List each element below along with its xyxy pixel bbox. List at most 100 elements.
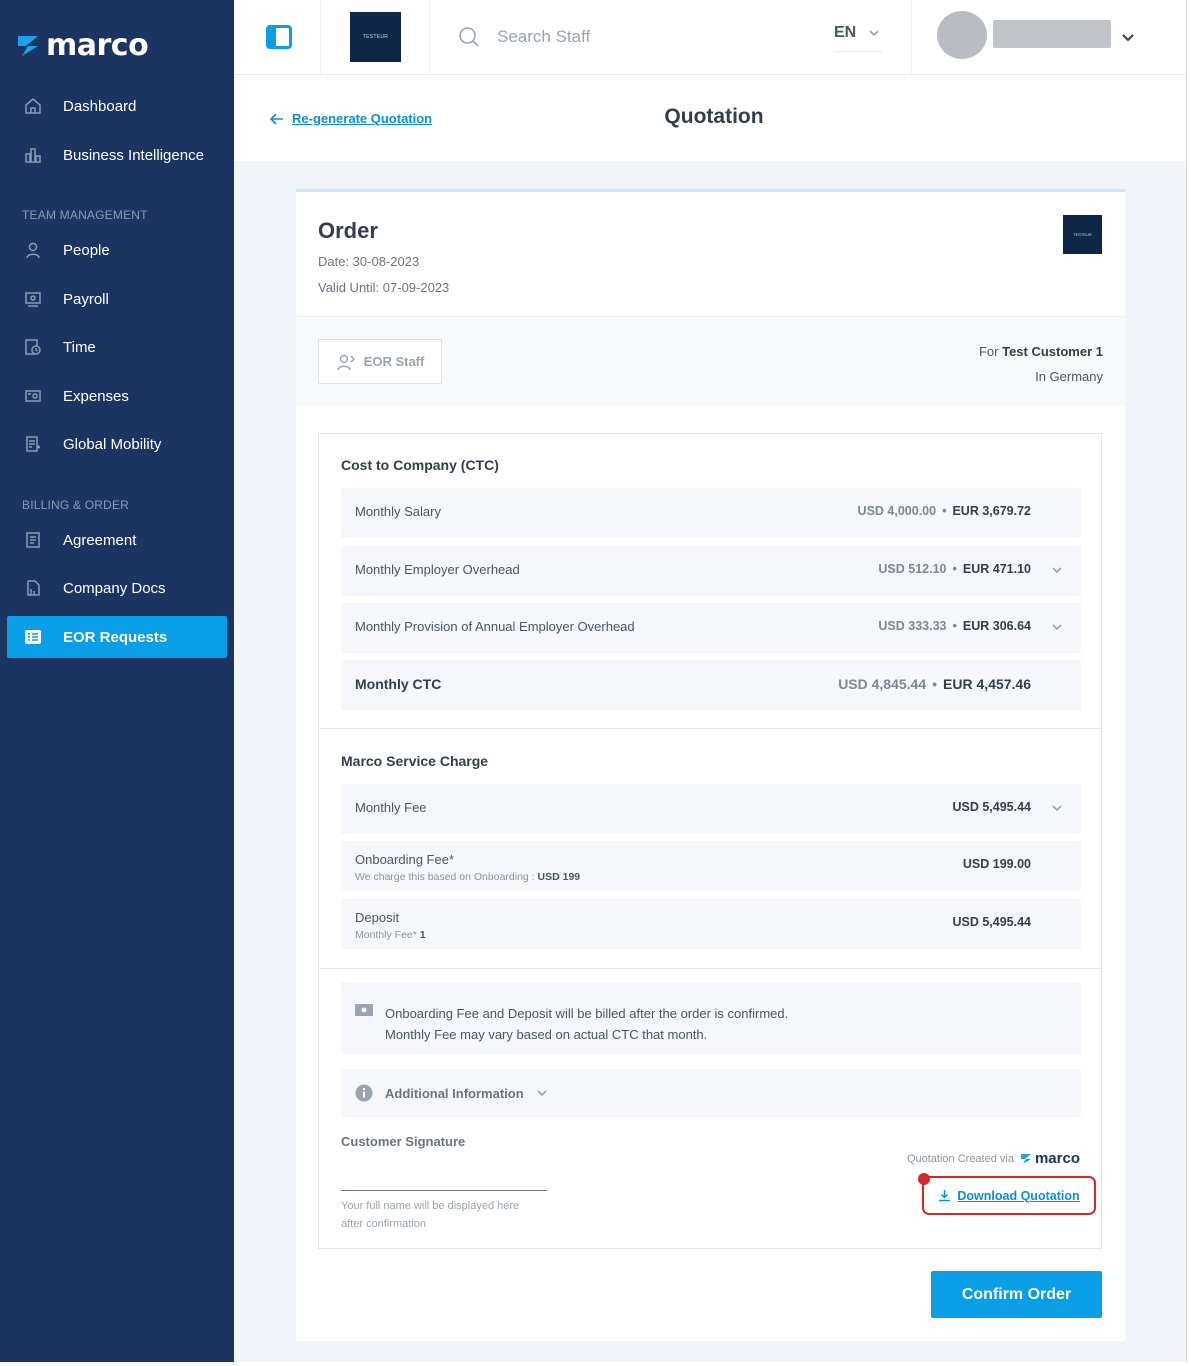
sidebar-item-label: People [63, 241, 110, 259]
regenerate-quotation-label: Re-generate Quotation [292, 111, 433, 126]
marco-logo-icon [18, 35, 38, 56]
row-label: Deposit [355, 910, 400, 925]
confirm-order-button[interactable]: Confirm Order [931, 1271, 1102, 1318]
sidebar-item-people[interactable]: People [7, 229, 227, 271]
company-logo[interactable]: TESTEUR [350, 12, 401, 62]
marco-small-logo-text: marco [1034, 1150, 1080, 1167]
eor-staff-label: EOR Staff [363, 354, 425, 369]
billing-note-line1: Onboarding Fee and Deposit will be bille… [385, 1006, 789, 1021]
eor-requests-icon [23, 627, 43, 647]
eur-value: EUR 3,679.72 [952, 504, 1031, 518]
user-menu-chevron-icon[interactable] [1121, 30, 1135, 48]
sidebar-item-time[interactable]: Time [7, 326, 227, 368]
sidebar-item-eor-requests[interactable]: EOR Requests [7, 616, 227, 658]
additional-information-toggle[interactable]: Additional Information [341, 1069, 1081, 1117]
for-prefix: For [978, 344, 999, 359]
marco-logo[interactable]: marco [16, 28, 149, 63]
marco-logo-icon [1020, 1153, 1031, 1164]
customer-band: EOR Staff For Test Customer 1 In Germany [296, 316, 1125, 406]
row-sublabel: We charge this based on Onboarding : USD… [355, 871, 581, 883]
search-input[interactable]: Search Staff [497, 27, 590, 47]
regenerate-quotation-link[interactable]: Re-generate Quotation [270, 111, 432, 126]
download-icon [939, 1190, 951, 1202]
sidebar-item-business-intelligence[interactable]: Business Intelligence [7, 134, 227, 176]
money-icon [355, 1004, 373, 1016]
service-row-deposit: Deposit Monthly Fee* 1 USD 5,495.44 [341, 899, 1081, 949]
company-logo-text: TESTEUR [362, 34, 389, 40]
row-label: Monthly Salary [355, 504, 441, 519]
chevron-down-icon [869, 30, 879, 37]
download-quotation-link[interactable]: Download Quotation [957, 1189, 1079, 1203]
payroll-icon [23, 289, 43, 309]
sidebar-item-agreement[interactable]: Agreement [7, 519, 227, 561]
billing-order-heading: BILLING & ORDER [22, 498, 130, 512]
sidebar-item-expenses[interactable]: Expenses [7, 375, 227, 417]
usd-value: USD 4,000.00 [857, 504, 937, 518]
bar-chart-icon [23, 145, 43, 165]
window-edge-bottom [0, 1362, 1191, 1366]
language-label: EN [834, 24, 857, 41]
agreement-icon [23, 530, 43, 550]
chevron-down-icon[interactable] [1051, 564, 1063, 576]
avatar[interactable] [937, 11, 987, 59]
sidebar-item-global-mobility[interactable]: Global Mobility [7, 423, 227, 465]
sidebar-item-label: Global Mobility [63, 435, 162, 453]
row-label: Monthly Provision of Annual Employer Ove… [355, 619, 635, 634]
global-mobility-icon [23, 434, 43, 454]
eor-staff-chip: EOR Staff [318, 339, 442, 384]
billing-note-line2: Monthly Fee may vary based on actual CTC… [385, 1027, 708, 1042]
sidebar-item-label: Payroll [63, 290, 109, 308]
sidebar-item-label: Business Intelligence [63, 146, 204, 164]
sidebar-item-dashboard[interactable]: Dashboard [7, 85, 227, 127]
sidebar-toggle-button[interactable] [266, 25, 292, 49]
usd-value: USD 512.10 [878, 562, 947, 576]
usd-value: USD 333.33 [878, 619, 947, 633]
person-icon [23, 240, 43, 260]
additional-information-label: Additional Information [385, 1085, 524, 1101]
highlight-marker [918, 1173, 930, 1185]
top-bar: TESTEUR Search Staff EN [234, 0, 1186, 75]
user-name-redacted[interactable] [993, 20, 1111, 48]
customer-signature-title: Customer Signature [341, 1134, 466, 1149]
ctc-section-title: Cost to Company (CTC) [341, 457, 499, 473]
home-icon [23, 96, 43, 116]
order-title: Order [318, 218, 378, 243]
sidebar-item-label: Dashboard [63, 97, 137, 115]
chevron-down-icon[interactable] [1051, 621, 1063, 633]
created-via: Quotation Created via marco [907, 1150, 1080, 1167]
usd-value: USD 4,845.44 [838, 676, 927, 692]
search-icon[interactable] [458, 26, 480, 53]
billing-note: Onboarding Fee and Deposit will be bille… [341, 982, 1081, 1054]
eur-value: EUR 4,457.46 [943, 676, 1031, 692]
order-date: Date: 30-08-2023 [318, 254, 420, 269]
service-row-onboarding-fee: Onboarding Fee* We charge this based on … [341, 841, 1081, 891]
order-valid-until: Valid Until: 07-09-2023 [318, 280, 450, 295]
download-quotation-highlight: Download Quotation [918, 1173, 1096, 1215]
language-selector[interactable]: EN [834, 24, 882, 52]
sidebar-item-label: Expenses [63, 387, 129, 405]
ctc-row-annual-overhead-provision[interactable]: Monthly Provision of Annual Employer Ove… [341, 603, 1081, 653]
ctc-row-employer-overhead[interactable]: Monthly Employer Overhead USD 512.10 • EUR… [341, 546, 1081, 596]
row-value: USD 5,495.44 [952, 800, 1031, 814]
sidebar-toggle-cell [234, 0, 321, 74]
row-label: Monthly CTC [355, 676, 442, 692]
topbar-divider [911, 0, 912, 74]
sidebar-item-payroll[interactable]: Payroll [7, 278, 227, 320]
eor-staff-icon [336, 354, 355, 370]
sidebar-item-label: Time [63, 338, 96, 356]
chevron-down-icon[interactable] [1051, 802, 1063, 814]
company-logo-small: TESTEUR [1063, 215, 1102, 254]
created-via-label: Quotation Created via [906, 1152, 1014, 1165]
sidebar-item-company-docs[interactable]: Company Docs [7, 567, 227, 609]
service-row-monthly-fee[interactable]: Monthly Fee USD 5,495.44 [341, 784, 1081, 834]
signature-hint: Your full name will be displayed here af… [341, 1200, 520, 1230]
order-card: Order Date: 30-08-2023 Valid Until: 07-0… [296, 189, 1125, 1341]
row-label: Onboarding Fee* [355, 852, 455, 867]
company-docs-icon [23, 578, 43, 598]
window-edge [1186, 0, 1191, 1366]
row-value: USD 333.33 • EUR 306.64 [878, 619, 1031, 633]
expenses-icon [23, 386, 43, 406]
sidebar-item-label: EOR Requests [63, 628, 168, 646]
row-value: USD 4,000.00 • EUR 3,679.72 [857, 504, 1031, 518]
company-logo-small-text: TESTEUR [1073, 232, 1092, 237]
